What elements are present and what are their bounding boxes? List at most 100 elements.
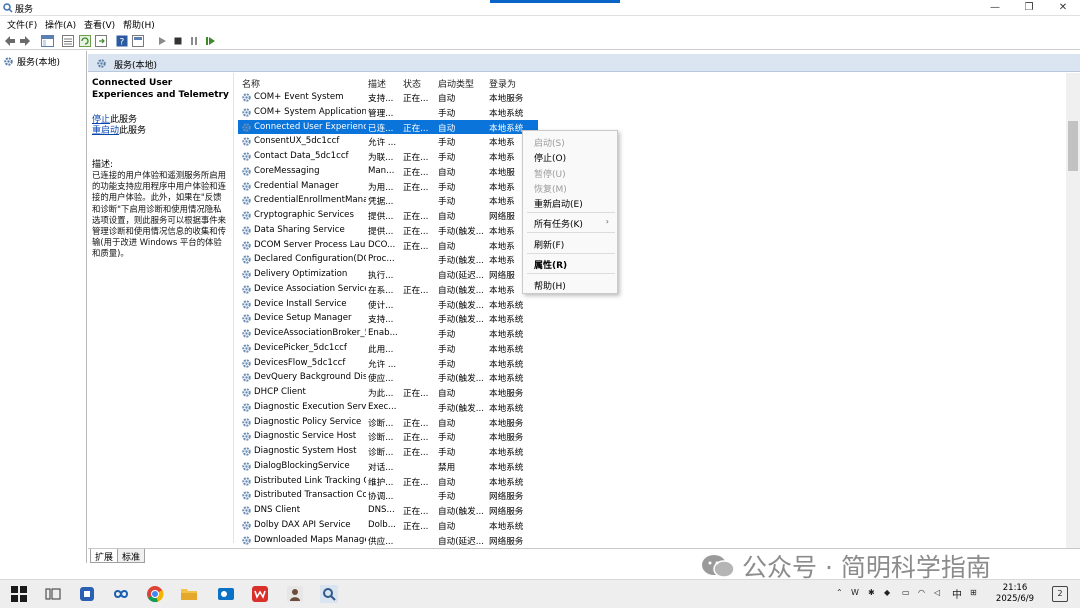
table-row[interactable]: DHCP Client 为此... 正在... 自动 本地服务 — [238, 385, 538, 400]
table-row[interactable]: DCOM Server Process Lau... DCO... 正在... 自动本… — [238, 238, 538, 253]
column-header-status[interactable]: 状态 — [403, 77, 421, 90]
table-row[interactable]: CredentialEnrollmentMana... 凭据... 手动 本地系 — [238, 193, 538, 208]
table-row[interactable]: CoreMessaging Man... 正在... 自动 本地服 — [238, 164, 538, 179]
tray-overflow-icon[interactable]: ⌃ — [836, 588, 843, 597]
column-header-name[interactable]: 名称 — [242, 77, 260, 90]
service-description-cell: 允许 ... — [368, 359, 397, 370]
start-service-icon[interactable] — [156, 35, 168, 47]
service-description-cell: 管理... — [368, 108, 394, 119]
close-button[interactable]: ✕ — [1046, 0, 1080, 16]
list-view-icon[interactable] — [62, 35, 74, 47]
table-row[interactable]: Delivery Optimization 执行... 自动(延迟... 网络服 — [238, 267, 538, 282]
table-row[interactable]: DeviceAssociationBroker_5... Enab... 手动 本地系… — [238, 326, 538, 341]
menu-file[interactable]: 文件(F) — [7, 18, 37, 31]
table-row[interactable]: Distributed Transaction Co... 协调... 手动 网络服务 — [238, 488, 538, 503]
minimize-button[interactable]: — — [978, 0, 1012, 16]
table-row[interactable]: Diagnostic Execution ServiceExec... 手动(触发… — [238, 400, 538, 415]
table-row[interactable]: Dolby DAX API Service Dolb... 正在... 自动 本地系统 — [238, 518, 538, 533]
stop-service-icon[interactable] — [172, 35, 184, 47]
context-menu-help[interactable]: 帮助(H) — [534, 279, 566, 292]
maximize-button[interactable]: ❐ — [1012, 0, 1046, 16]
tree-node-services-local[interactable]: 服务(本地) — [3, 55, 60, 68]
table-row[interactable]: Device Setup Manager 支持... 手动(触发... 本地系统 — [238, 311, 538, 326]
menu-view[interactable]: 查看(V) — [84, 18, 115, 31]
context-menu-refresh[interactable]: 刷新(F) — [534, 238, 564, 251]
context-menu-start[interactable]: 启动(S) — [534, 136, 565, 149]
table-row[interactable]: Distributed Link Tracking C... 维护... 正在...… — [238, 474, 538, 489]
tray-bluetooth-icon[interactable]: ✱ — [868, 588, 875, 597]
service-name-cell: COM+ System Application — [254, 106, 366, 117]
table-row[interactable]: Declared Configuration(DC... Proc... 手动(触发… — [238, 252, 538, 267]
table-row[interactable]: Data Sharing Service 提供... 正在... 手动(触发... 本地… — [238, 223, 538, 238]
start-windows-icon[interactable] — [10, 585, 28, 603]
battery-icon[interactable]: ▭ — [902, 588, 910, 597]
back-arrow-icon[interactable] — [4, 35, 16, 47]
export-list-icon[interactable] — [95, 35, 107, 47]
tray-wps-icon[interactable]: W — [851, 588, 859, 597]
table-row[interactable]: DevQuery Background Dis... 使应... 手动(触发... 本… — [238, 370, 538, 385]
ime-indicator[interactable]: 中 — [952, 586, 962, 601]
service-startup-cell: 手动(触发... — [438, 374, 484, 385]
tray-app-icon[interactable]: ◆ — [884, 588, 890, 597]
help-icon[interactable]: ? — [116, 35, 128, 47]
forward-arrow-icon[interactable] — [19, 35, 31, 47]
tab-extended[interactable]: 扩展 — [90, 549, 119, 563]
table-row[interactable]: Diagnostic Policy Service 诊断... 正在... 自动 本地服… — [238, 415, 538, 430]
table-row[interactable]: COM+ System Application 管理... 手动 本地系统 — [238, 105, 538, 120]
console-tree-icon[interactable] — [41, 35, 54, 47]
refresh-icon[interactable] — [79, 35, 91, 47]
scrollbar-thumb[interactable] — [1068, 121, 1078, 171]
table-row[interactable]: ConsentUX_5dc1ccf 允许 ... 手动 本地系 — [238, 134, 538, 149]
restart-service-icon[interactable] — [204, 35, 216, 47]
services-taskbar-icon[interactable] — [320, 585, 338, 603]
context-menu-resume[interactable]: 恢复(M) — [534, 182, 567, 195]
task-view-icon[interactable] — [44, 585, 62, 603]
table-row[interactable]: DevicesFlow_5dc1ccf 允许 ... 手动 本地系统 — [238, 356, 538, 371]
context-menu-stop[interactable]: 停止(O) — [534, 151, 566, 164]
table-row[interactable]: DNS Client DNS... 正在... 自动(触发... 网络服务 — [238, 503, 538, 518]
table-row[interactable]: Diagnostic Service Host 诊断... 正在... 手动 本地服务 — [238, 429, 538, 444]
context-menu-restart[interactable]: 重新启动(E) — [534, 197, 583, 210]
context-menu-properties[interactable]: 属性(R) — [534, 258, 567, 271]
service-description-cell: Proc... — [368, 254, 395, 265]
menu-help[interactable]: 帮助(H) — [123, 18, 155, 31]
table-row[interactable]: Cryptographic Services 提供... 正在... 自动 网络服 — [238, 208, 538, 223]
table-row[interactable]: COM+ Event System 支持... 正在... 自动 本地服务 — [238, 90, 538, 105]
context-menu-pause[interactable]: 暂停(U) — [534, 167, 566, 180]
table-row[interactable]: DialogBlockingService 对话... 禁用 本地系统 — [238, 459, 538, 474]
context-menu-all-tasks[interactable]: 所有任务(K) — [534, 217, 583, 230]
user-app-icon[interactable] — [286, 585, 304, 603]
column-header-logon-as[interactable]: 登录为 — [489, 77, 516, 90]
table-row[interactable]: Downloaded Maps Manager 供应... 自动(延迟... 网络服务 — [238, 533, 538, 545]
service-startup-cell: 自动(触发... — [438, 285, 484, 296]
stop-service-link[interactable]: 停止 — [92, 115, 110, 125]
table-row[interactable]: Credential Manager 为用... 正在... 手动 本地系 — [238, 179, 538, 194]
restart-service-link[interactable]: 重启动 — [92, 126, 119, 136]
properties-view-icon[interactable] — [132, 35, 144, 47]
pane-header: 服务(本地) — [88, 54, 1080, 72]
wps-office-icon[interactable] — [251, 585, 269, 603]
menu-action[interactable]: 操作(A) — [45, 18, 76, 31]
clock[interactable]: 21:16 2025/6/9 — [985, 583, 1045, 605]
outlook-icon[interactable] — [217, 585, 235, 603]
table-row[interactable]: Device Association Service 在系... 正在... 自动(触… — [238, 282, 538, 297]
table-row[interactable]: Contact Data_5dc1ccf 为联... 正在... 手动 本地系 — [238, 149, 538, 164]
chrome-icon[interactable] — [146, 585, 164, 603]
infinity-app-icon[interactable] — [112, 585, 130, 603]
ime-mode-icon[interactable]: ⊞ — [970, 588, 977, 597]
table-row[interactable]: DevicePicker_5dc1ccf 此用... 手动 本地系统 — [238, 341, 538, 356]
table-row[interactable]: Diagnostic System Host 诊断... 正在... 手动 本地系统 — [238, 444, 538, 459]
table-row[interactable]: Connected User Experienc... 已连... 正在... 自动本… — [238, 119, 538, 135]
vertical-scrollbar[interactable] — [1066, 73, 1080, 548]
column-header-startup-type[interactable]: 启动类型 — [438, 77, 474, 90]
column-header-description[interactable]: 描述 — [368, 77, 386, 90]
file-explorer-icon[interactable] — [180, 585, 198, 603]
app-store-icon[interactable] — [78, 585, 96, 603]
pause-service-icon[interactable] — [188, 35, 200, 47]
service-name-cell: DevQuery Background Dis... — [254, 372, 366, 383]
tab-standard[interactable]: 标准 — [117, 549, 146, 563]
table-row[interactable]: Device Install Service 使计... 手动(触发... 本地系统 — [238, 297, 538, 312]
wifi-icon[interactable]: ◠ — [918, 588, 925, 597]
volume-icon[interactable]: ◁ — [934, 588, 940, 597]
notification-center-icon[interactable]: 2 — [1052, 586, 1068, 602]
